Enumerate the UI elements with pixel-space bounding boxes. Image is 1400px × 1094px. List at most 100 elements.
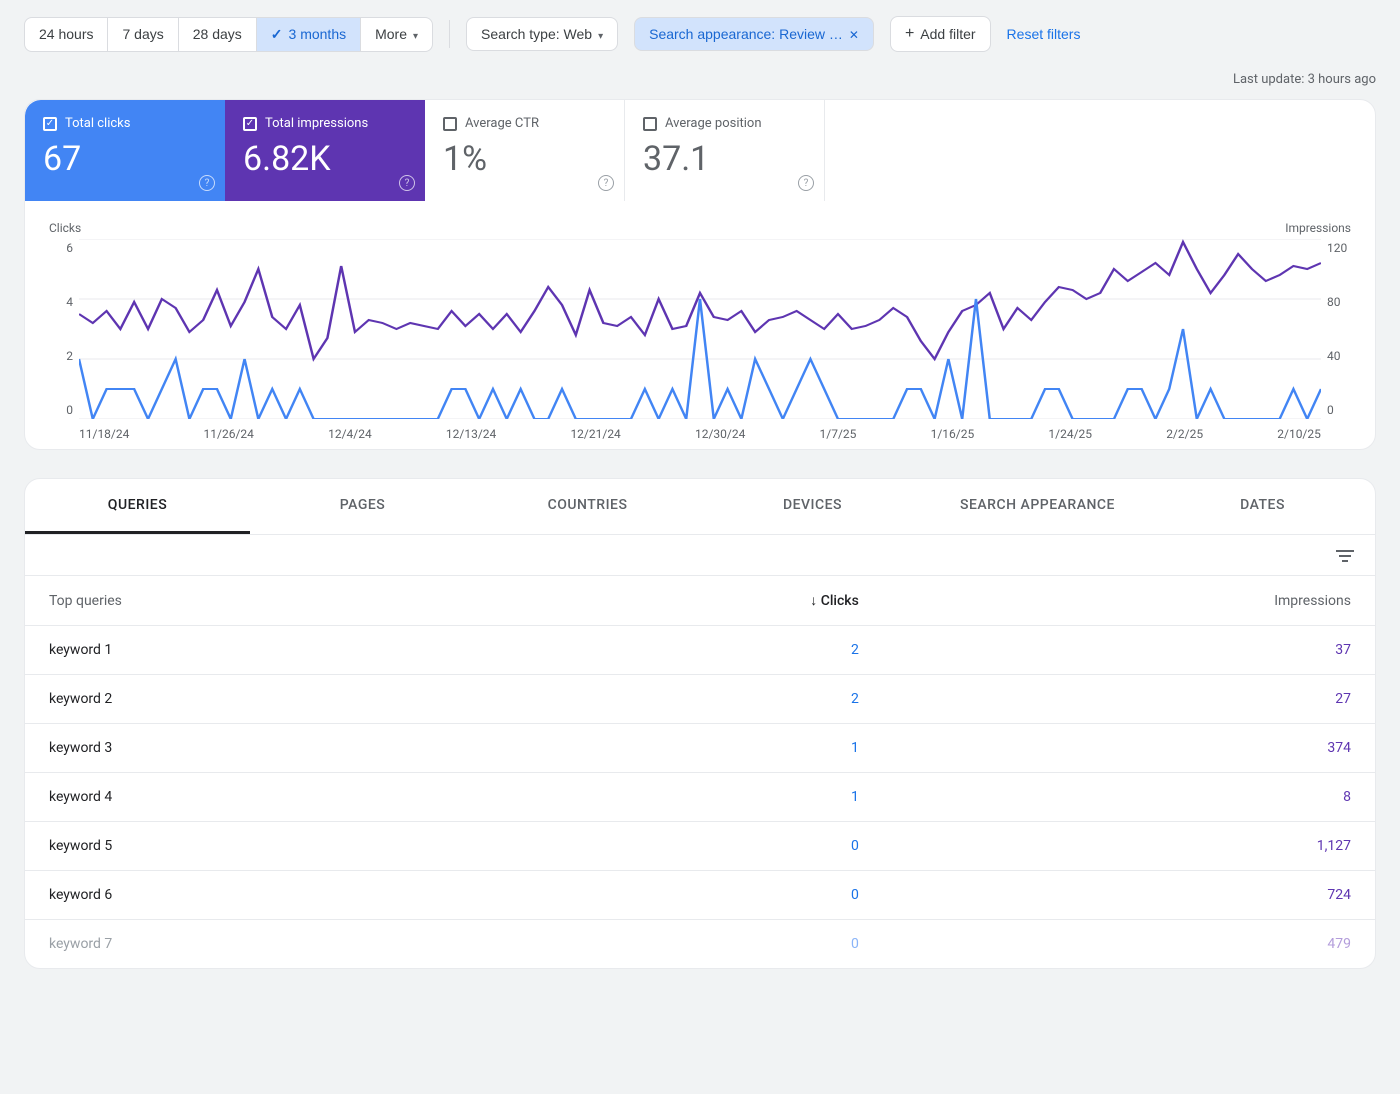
toolbar: 24 hours 7 days 28 days 3 months More Se… — [24, 16, 1376, 52]
checkbox-icon — [443, 117, 457, 131]
y-axis-right: 120 80 40 0 — [1321, 239, 1351, 419]
tab-countries[interactable]: COUNTRIES — [475, 479, 700, 534]
cell-clicks: 0 — [502, 920, 883, 969]
x-tick: 1/7/25 — [820, 427, 857, 441]
date-range-7d[interactable]: 7 days — [108, 18, 178, 51]
date-range-28d[interactable]: 28 days — [179, 18, 257, 51]
date-range-24h[interactable]: 24 hours — [25, 18, 108, 51]
y-tick: 80 — [1327, 295, 1351, 309]
cell-impressions: 724 — [883, 871, 1375, 920]
cell-clicks: 0 — [502, 822, 883, 871]
table-row[interactable]: keyword 501,127 — [25, 822, 1375, 871]
filter-icon[interactable] — [1335, 547, 1355, 563]
tabs: QUERIESPAGESCOUNTRIESDEVICESSEARCH APPEA… — [25, 479, 1375, 535]
search-type-chip[interactable]: Search type: Web — [466, 17, 618, 51]
x-tick: 2/10/25 — [1277, 427, 1321, 441]
tab-pages[interactable]: PAGES — [250, 479, 475, 534]
metric-label: Average position — [665, 116, 762, 131]
table-row[interactable]: keyword 60724 — [25, 871, 1375, 920]
x-tick: 11/18/24 — [79, 427, 129, 441]
tab-queries[interactable]: QUERIES — [25, 479, 250, 534]
cell-impressions: 37 — [883, 626, 1375, 675]
y-tick: 120 — [1327, 241, 1351, 255]
metric-label: Total clicks — [65, 116, 130, 131]
search-type-label: Search type: Web — [481, 26, 592, 42]
table-row[interactable]: keyword 1237 — [25, 626, 1375, 675]
y-tick: 4 — [49, 295, 73, 309]
chart-plot[interactable] — [79, 239, 1321, 419]
tab-search-appearance[interactable]: SEARCH APPEARANCE — [925, 479, 1150, 534]
divider — [449, 20, 450, 48]
tab-devices[interactable]: DEVICES — [700, 479, 925, 534]
table-row[interactable]: keyword 70479 — [25, 920, 1375, 969]
x-tick: 11/26/24 — [204, 427, 254, 441]
help-icon[interactable]: ? — [199, 175, 215, 191]
add-filter-label: Add filter — [920, 26, 975, 42]
dropdown-icon — [413, 26, 418, 42]
date-range-3m[interactable]: 3 months — [257, 18, 361, 51]
help-icon[interactable]: ? — [399, 175, 415, 191]
metric-label: Total impressions — [265, 116, 368, 131]
cell-clicks: 1 — [502, 724, 883, 773]
y-tick: 0 — [1327, 403, 1351, 417]
date-range-3m-label: 3 months — [289, 26, 347, 42]
y-tick: 0 — [49, 403, 73, 417]
metric-average-position[interactable]: Average position 37.1 ? — [625, 100, 825, 201]
metric-value: 6.82K — [243, 139, 407, 179]
date-range-more[interactable]: More — [361, 18, 432, 51]
search-appearance-chip[interactable]: Search appearance: Review … — [634, 17, 874, 51]
y-tick: 6 — [49, 241, 73, 255]
checkbox-icon — [643, 117, 657, 131]
cell-query: keyword 1 — [25, 626, 502, 675]
x-tick: 12/4/24 — [328, 427, 372, 441]
table-row[interactable]: keyword 418 — [25, 773, 1375, 822]
y-tick: 40 — [1327, 349, 1351, 363]
dropdown-icon — [598, 26, 603, 42]
date-range-selector: 24 hours 7 days 28 days 3 months More — [24, 17, 433, 52]
cell-clicks: 2 — [502, 626, 883, 675]
cell-clicks: 0 — [502, 871, 883, 920]
col-query[interactable]: Top queries — [25, 576, 502, 626]
table-row[interactable]: keyword 31374 — [25, 724, 1375, 773]
metric-value: 1% — [443, 139, 606, 179]
search-appearance-label: Search appearance: Review … — [649, 26, 843, 42]
cell-query: keyword 7 — [25, 920, 502, 969]
table-row[interactable]: keyword 2227 — [25, 675, 1375, 724]
plus-icon — [905, 25, 914, 43]
metric-total-impressions[interactable]: Total impressions 6.82K ? — [225, 100, 425, 201]
queries-table: Top queries Clicks Impressions keyword 1… — [25, 575, 1375, 968]
x-tick: 1/16/25 — [931, 427, 975, 441]
reset-filters-button[interactable]: Reset filters — [1007, 26, 1081, 42]
close-icon[interactable] — [849, 26, 859, 42]
help-icon[interactable]: ? — [798, 175, 814, 191]
col-clicks[interactable]: Clicks — [502, 576, 883, 626]
y-axis-left: 6 4 2 0 — [49, 239, 79, 419]
x-tick: 2/2/25 — [1166, 427, 1203, 441]
checkbox-icon — [43, 117, 57, 131]
y-left-title: Clicks — [49, 221, 81, 235]
cell-clicks: 2 — [502, 675, 883, 724]
x-tick: 12/21/24 — [570, 427, 620, 441]
cell-impressions: 1,127 — [883, 822, 1375, 871]
cell-impressions: 27 — [883, 675, 1375, 724]
metric-label: Average CTR — [465, 116, 539, 131]
y-tick: 2 — [49, 349, 73, 363]
col-impressions[interactable]: Impressions — [883, 576, 1375, 626]
tab-dates[interactable]: DATES — [1150, 479, 1375, 534]
help-icon[interactable]: ? — [598, 175, 614, 191]
x-tick: 12/13/24 — [446, 427, 496, 441]
checkbox-icon — [243, 117, 257, 131]
cell-query: keyword 6 — [25, 871, 502, 920]
cell-query: keyword 3 — [25, 724, 502, 773]
y-right-title: Impressions — [1285, 221, 1351, 235]
chart: Clicks Impressions 6 4 2 0 — [25, 201, 1375, 449]
check-icon — [271, 26, 283, 43]
metrics-row: Total clicks 67 ? Total impressions 6.82… — [25, 100, 1375, 201]
x-tick: 12/30/24 — [695, 427, 745, 441]
performance-card: Total clicks 67 ? Total impressions 6.82… — [24, 99, 1376, 450]
add-filter-button[interactable]: Add filter — [890, 16, 991, 52]
metric-total-clicks[interactable]: Total clicks 67 ? — [25, 100, 225, 201]
cell-impressions: 374 — [883, 724, 1375, 773]
metric-value: 67 — [43, 139, 207, 179]
metric-average-ctr[interactable]: Average CTR 1% ? — [425, 100, 625, 201]
